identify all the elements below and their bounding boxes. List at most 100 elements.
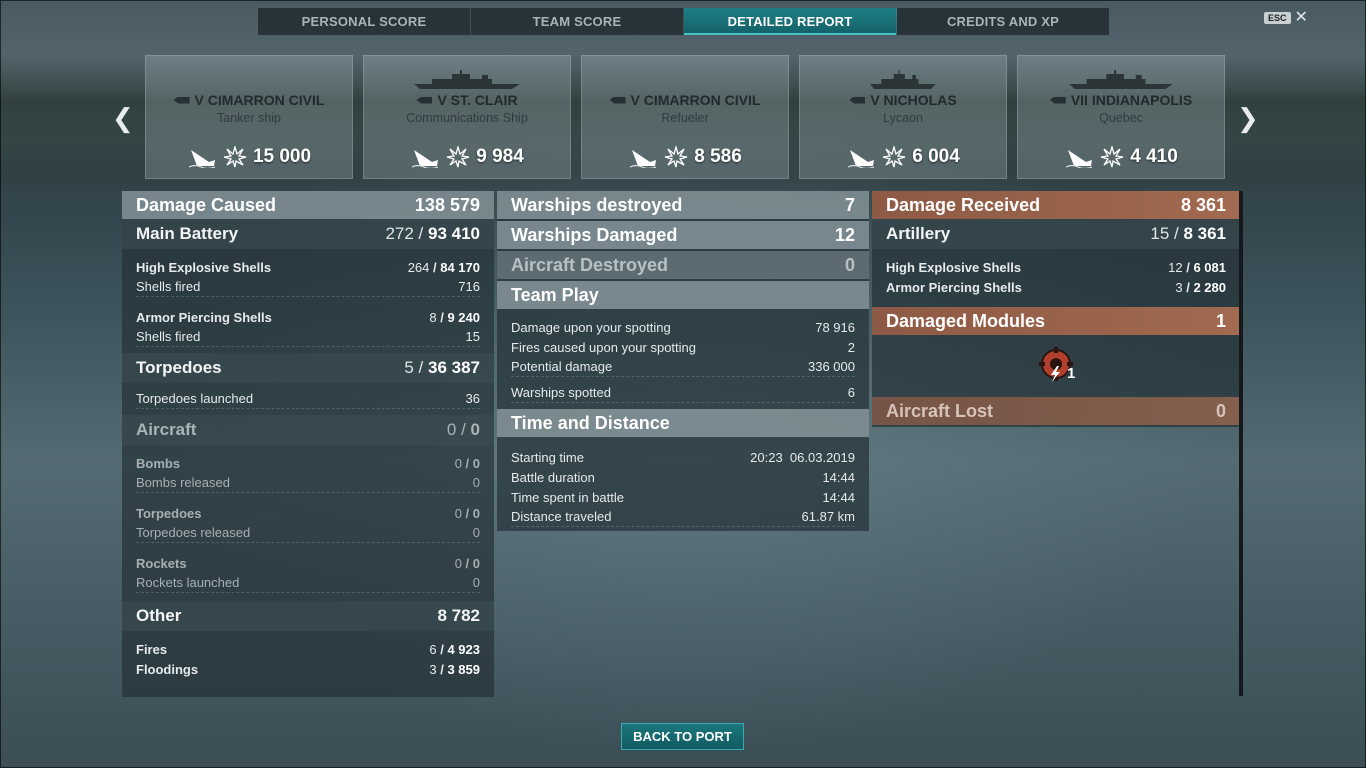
sunk-ship-icon xyxy=(847,150,875,168)
ship-type-icon xyxy=(1049,96,1066,104)
potential-damage-row: Potential damage 336 000 xyxy=(511,357,855,377)
ship-type-icon xyxy=(609,96,626,104)
ship-class: Quebec xyxy=(1099,111,1143,125)
spotting-fires-row: Fires caused upon your spotting 2 xyxy=(511,339,855,355)
torpedoes-launched-row: Torpedoes launched 36 xyxy=(136,389,480,409)
sunk-ship-icon xyxy=(1065,150,1093,168)
panel-scrollbar[interactable] xyxy=(1239,191,1243,696)
damage-caused-panel: Damage Caused 138 579 Main Battery 272 /… xyxy=(122,191,494,697)
ship-card[interactable]: VII INDIANAPOLIS Quebec 4 410 xyxy=(1017,55,1225,179)
ship-name: V ST. CLAIR xyxy=(364,92,570,108)
ap-shells-row: Armor Piercing Shells 8 / 9 240 xyxy=(136,309,480,325)
distance-traveled-row: Distance traveled 61.87 km xyxy=(511,507,855,527)
damage-caused-value: 138 579 xyxy=(414,194,480,215)
rockets-launched-row: Rockets launched 0 xyxy=(136,573,480,593)
floodings-row: Floodings 3 / 3 859 xyxy=(136,661,480,677)
aircraft-lost-header: Aircraft Lost 0 xyxy=(872,397,1240,425)
ship-card[interactable]: V NICHOLAS Lycaon 6 004 xyxy=(799,55,1007,179)
damage-received-panel: Damage Received 8 361 Artillery 15 / 8 3… xyxy=(872,191,1240,427)
ship-silhouette-icon xyxy=(414,70,520,89)
received-ap-row: Armor Piercing Shells 3 / 2 280 xyxy=(886,279,1226,295)
ship-silhouette-icon xyxy=(870,70,936,89)
ship-silhouette xyxy=(1018,70,1224,90)
ship-name: VII INDIANAPOLIS xyxy=(1018,92,1224,108)
ship-card[interactable]: V CIMARRON CIVIL Tanker ship 15 000 xyxy=(145,55,353,179)
ship-card[interactable]: V ST. CLAIR Communications Ship 9 984 xyxy=(363,55,571,179)
damaged-modules-header: Damaged Modules 1 xyxy=(872,307,1240,335)
fires-row: Fires 6 / 4 923 xyxy=(136,641,480,657)
air-torpedoes-released-row: Torpedoes released 0 xyxy=(136,523,480,543)
warships-damaged-header: Warships Damaged 12 xyxy=(497,221,869,249)
ship-card[interactable]: V CIMARRON CIVIL Refueler 8 586 xyxy=(581,55,789,179)
battle-duration-row: Battle duration 14:44 xyxy=(511,469,855,485)
time-distance-header: Time and Distance xyxy=(497,409,869,437)
combat-summary-panel: Warships destroyed 7 Warships Damaged 12… xyxy=(497,191,869,531)
damage-caused-header: Damage Caused 138 579 xyxy=(122,191,494,219)
ship-name: V CIMARRON CIVIL xyxy=(582,92,788,108)
ship-damage-stats: 15 000 xyxy=(146,146,352,168)
ship-damage-stats: 8 586 xyxy=(582,146,788,168)
sunk-ship-icon xyxy=(411,150,439,168)
back-to-port-button[interactable]: BACK TO PORT xyxy=(621,723,744,750)
starting-time-row: Starting time 20:23 06.03.2019 xyxy=(511,449,855,465)
ship-name: V CIMARRON CIVIL xyxy=(146,92,352,108)
ship-name: V NICHOLAS xyxy=(800,92,1006,108)
time-spent-row: Time spent in battle 14:44 xyxy=(511,489,855,505)
damage-explosion-icon xyxy=(1101,146,1124,168)
bombs-released-row: Bombs released 0 xyxy=(136,473,480,493)
ship-silhouette xyxy=(364,70,570,90)
damaged-module-count: 1 xyxy=(1067,365,1076,382)
aircraft-destroyed-header: Aircraft Destroyed 0 xyxy=(497,251,869,279)
esc-key-badge: ESC xyxy=(1264,12,1291,24)
ship-silhouette xyxy=(146,70,352,90)
damage-explosion-icon xyxy=(447,146,470,168)
team-play-header: Team Play xyxy=(497,281,869,309)
warships-destroyed-header: Warships destroyed 7 xyxy=(497,191,869,219)
close-button[interactable]: ESC ✕ xyxy=(1264,10,1308,26)
sunk-ship-icon xyxy=(188,150,216,168)
ship-damage-stats: 6 004 xyxy=(800,146,1006,168)
sunk-ship-icon xyxy=(629,150,657,168)
ship-class: Lycaon xyxy=(883,111,923,125)
air-torpedoes-row: Torpedoes 0 / 0 xyxy=(136,505,480,521)
ship-silhouette-icon xyxy=(1068,70,1174,89)
ship-silhouette xyxy=(582,70,788,90)
ap-shells-fired-row: Shells fired 15 xyxy=(136,327,480,347)
other-header: Other 8 782 xyxy=(122,601,494,631)
torpedoes-header: Torpedoes 5 / 36 387 xyxy=(122,353,494,383)
carousel-next-button[interactable]: ❯ xyxy=(1237,103,1259,134)
damage-received-header: Damage Received 8 361 xyxy=(872,191,1240,219)
damage-explosion-icon xyxy=(223,146,247,168)
tab-personal-score[interactable]: PERSONAL SCORE xyxy=(258,8,471,35)
tab-credits-and-xp[interactable]: CREDITS AND XP xyxy=(897,8,1109,35)
artillery-header: Artillery 15 / 8 361 xyxy=(872,219,1240,249)
received-he-row: High Explosive Shells 12 / 6 081 xyxy=(886,259,1226,275)
tab-detailed-report[interactable]: DETAILED REPORT xyxy=(684,8,897,35)
ship-class: Tanker ship xyxy=(217,111,281,125)
bombs-row: Bombs 0 / 0 xyxy=(136,455,480,471)
report-tabs: PERSONAL SCORE TEAM SCORE DETAILED REPOR… xyxy=(257,7,1110,36)
ship-damage-value: 9 984 xyxy=(476,146,524,167)
ship-type-icon xyxy=(416,96,433,104)
ship-type-icon xyxy=(849,96,866,104)
tab-team-score[interactable]: TEAM SCORE xyxy=(471,8,684,35)
main-battery-header: Main Battery 272 / 93 410 xyxy=(122,219,494,249)
ship-silhouette xyxy=(800,70,1006,90)
carousel-prev-button[interactable]: ❮ xyxy=(112,103,134,134)
he-shells-row: High Explosive Shells 264 / 84 170 xyxy=(136,259,480,275)
ship-damage-value: 4 410 xyxy=(1130,146,1178,167)
ship-damage-stats: 9 984 xyxy=(364,146,570,168)
damage-caused-label: Damage Caused xyxy=(136,194,277,215)
aircraft-header: Aircraft 0 / 0 xyxy=(122,415,494,445)
main-battery-label: Main Battery xyxy=(136,224,239,243)
rockets-row: Rockets 0 / 0 xyxy=(136,555,480,571)
ship-damage-value: 8 586 xyxy=(694,146,742,167)
he-shells-fired-row: Shells fired 716 xyxy=(136,277,480,297)
damage-explosion-icon xyxy=(883,146,906,168)
ship-class: Refueler xyxy=(661,111,709,125)
close-icon[interactable]: ✕ xyxy=(1295,10,1308,26)
ship-type-icon xyxy=(173,96,190,104)
ship-damage-value: 15 000 xyxy=(252,146,312,167)
main-battery-value: 272 / 93 410 xyxy=(385,224,480,243)
damage-explosion-icon xyxy=(665,146,688,168)
